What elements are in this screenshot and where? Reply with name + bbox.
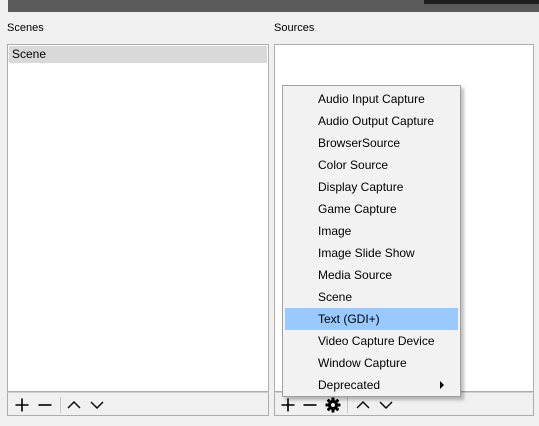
chevron-up-icon [356,401,370,409]
menu-item-media-source[interactable]: Media Source [285,264,458,286]
menu-item-image[interactable]: Image [285,220,458,242]
menu-item-text-gdi[interactable]: Text (GDI+) [285,308,458,330]
menu-item-display-capture[interactable]: Display Capture [285,176,458,198]
gear-icon [325,397,341,413]
chevron-down-icon [379,401,393,409]
chevron-down-icon [90,401,104,409]
plus-icon [281,398,295,412]
remove-source-button[interactable] [302,397,318,413]
chevron-up-icon [67,401,81,409]
move-scene-up-button[interactable] [66,397,82,413]
scenes-list[interactable]: Scene [7,44,269,392]
plus-icon [15,398,29,412]
minus-icon [303,404,317,406]
menu-item-audio-output-capture[interactable]: Audio Output Capture [285,110,458,132]
source-properties-button[interactable] [325,397,341,413]
add-source-context-menu: Audio Input Capture Audio Output Capture… [282,85,461,397]
toolbar-separator [60,397,61,413]
remove-scene-button[interactable] [37,397,53,413]
menu-item-game-capture[interactable]: Game Capture [285,198,458,220]
add-source-button[interactable] [280,397,296,413]
menu-item-scene[interactable]: Scene [285,286,458,308]
move-source-up-button[interactable] [355,397,371,413]
move-source-down-button[interactable] [378,397,394,413]
move-scene-down-button[interactable] [89,397,105,413]
scenes-panel-title: Scenes [7,22,44,34]
scene-list-item[interactable]: Scene [9,46,267,63]
menu-item-color-source[interactable]: Color Source [285,154,458,176]
menu-item-audio-input-capture[interactable]: Audio Input Capture [285,88,458,110]
sources-panel-title: Sources [274,22,315,34]
menu-item-image-slide-show[interactable]: Image Slide Show [285,242,458,264]
menu-item-window-capture[interactable]: Window Capture [285,352,458,374]
add-scene-button[interactable] [14,397,30,413]
menu-item-video-capture-device[interactable]: Video Capture Device [285,330,458,352]
menu-item-deprecated[interactable]: Deprecated [285,374,458,396]
menu-item-browser-source[interactable]: BrowserSource [285,132,458,154]
submenu-arrow-icon [440,381,444,389]
minus-icon [38,404,52,406]
top-bar-dark-strip [424,0,539,4]
menu-item-deprecated-label: Deprecated [318,378,381,392]
scenes-toolbar [7,392,269,416]
toolbar-separator [347,397,348,413]
